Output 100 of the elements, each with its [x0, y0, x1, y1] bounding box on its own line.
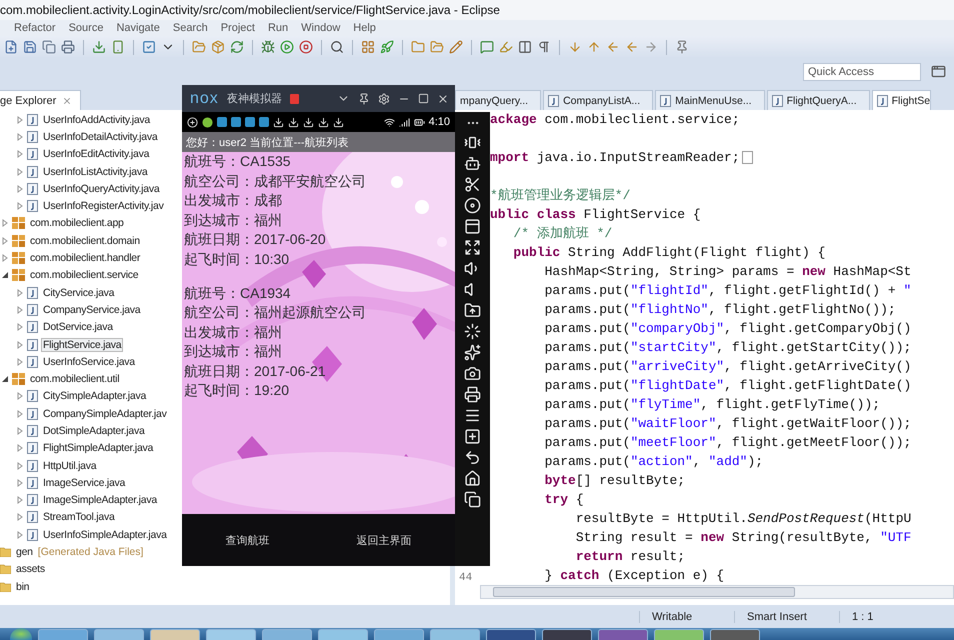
file-item[interactable]: UserInfoAddActivity.java — [41, 112, 152, 127]
stop-icon[interactable] — [299, 40, 313, 54]
camera-icon[interactable] — [464, 365, 481, 382]
close-icon[interactable] — [62, 96, 72, 106]
file-item[interactable]: CompanySimpleAdapter.jav — [41, 406, 169, 421]
upload-icon[interactable] — [464, 302, 481, 319]
download-icon[interactable] — [92, 40, 106, 54]
copy-icon[interactable] — [42, 40, 56, 54]
file-item[interactable]: FlightService.java — [41, 338, 124, 352]
highlighter-icon[interactable] — [499, 40, 513, 54]
grid-icon[interactable] — [361, 40, 375, 54]
new-file-icon[interactable] — [4, 40, 18, 54]
file-item[interactable]: DotSimpleAdapter.java — [41, 424, 147, 438]
editor-tab[interactable]: FlightQueryA... — [766, 90, 870, 110]
file-item[interactable]: CompanyService.java — [41, 302, 142, 317]
expand-toggle-icon[interactable] — [16, 202, 24, 210]
arrow-left-icon[interactable] — [625, 40, 639, 54]
settings-icon[interactable] — [378, 92, 390, 104]
taskbar-button[interactable] — [486, 629, 536, 640]
package-item[interactable]: com.mobileclient.service — [28, 268, 140, 282]
scissors-icon[interactable] — [464, 176, 481, 193]
add-window-icon[interactable] — [464, 428, 481, 445]
sparkles-icon[interactable] — [464, 344, 481, 361]
package-item[interactable]: com.mobileclient.domain — [28, 234, 142, 248]
pilcrow-icon[interactable] — [537, 40, 551, 54]
package-item[interactable]: com.mobileclient.handler — [28, 251, 142, 266]
package-item[interactable]: com.mobileclient.util — [28, 372, 122, 386]
file-item[interactable]: UserInfoListActivity.java — [41, 164, 150, 179]
menu-item[interactable]: Project — [220, 22, 255, 34]
start-button[interactable] — [10, 628, 32, 640]
expand-icon[interactable] — [464, 239, 481, 256]
file-item[interactable]: FlightSimpleAdapter.java — [41, 441, 156, 456]
columns-icon[interactable] — [518, 40, 532, 54]
folder-toolbar-icon[interactable] — [411, 40, 425, 54]
recent-apps-icon[interactable] — [464, 491, 481, 508]
file-item[interactable]: DotService.java — [41, 320, 115, 334]
file-item[interactable]: CitySimpleAdapter.java — [41, 389, 148, 404]
printer-icon[interactable] — [464, 386, 481, 403]
folder-item[interactable]: gen — [14, 545, 35, 560]
file-item[interactable]: HttpUtil.java — [41, 458, 98, 473]
horizontal-scrollbar[interactable] — [480, 585, 954, 599]
comment-icon[interactable] — [480, 40, 494, 54]
folder-item[interactable]: bin — [14, 580, 32, 594]
taskbar-button[interactable] — [542, 629, 592, 640]
file-item[interactable]: ImageService.java — [41, 476, 128, 490]
close-icon[interactable] — [437, 92, 449, 104]
home-icon[interactable] — [464, 470, 481, 487]
expand-toggle-icon[interactable] — [1, 271, 9, 280]
file-item[interactable]: UserInfoDetailActivity.java — [41, 130, 160, 144]
expand-toggle-icon[interactable] — [16, 358, 24, 366]
back-icon[interactable] — [464, 449, 481, 466]
nav-button[interactable]: 返回主界面 — [342, 526, 426, 554]
fold-marker-icon[interactable] — [742, 151, 753, 164]
editor-tab[interactable]: CompanyListA... — [543, 90, 654, 110]
file-item[interactable]: UserInfoQueryActivity.java — [41, 182, 162, 196]
nav-button[interactable]: 查询航班 — [212, 526, 284, 554]
expand-toggle-icon[interactable] — [16, 392, 24, 400]
refresh-icon[interactable] — [230, 40, 244, 54]
open-folder-icon[interactable] — [192, 40, 206, 54]
phone-icon[interactable] — [111, 40, 125, 54]
file-item[interactable]: StreamTool.java — [41, 510, 117, 524]
menu-item[interactable]: Navigate — [116, 22, 160, 34]
perspective-icon[interactable] — [931, 64, 946, 79]
rocket-icon[interactable] — [380, 40, 394, 54]
expand-toggle-icon[interactable] — [16, 150, 24, 158]
expand-toggle-icon[interactable] — [16, 340, 24, 348]
file-item[interactable]: UserInfoRegisterActivity.jav — [41, 199, 166, 214]
expand-toggle-icon[interactable] — [16, 530, 24, 539]
menu-icon[interactable] — [464, 407, 481, 424]
menu-item[interactable]: Window — [301, 22, 340, 34]
editor-tab[interactable]: MainMenuUse... — [655, 90, 765, 110]
bug-icon[interactable] — [261, 40, 275, 54]
run-icon[interactable] — [280, 40, 294, 54]
menu-item[interactable]: Source — [68, 22, 104, 34]
arrow-right-icon[interactable] — [644, 40, 658, 54]
menu-item[interactable]: Search — [172, 22, 208, 34]
taskbar-button[interactable] — [598, 629, 648, 640]
panel-icon[interactable] — [464, 218, 481, 235]
expand-toggle-icon[interactable] — [16, 323, 24, 332]
folder-item[interactable]: assets — [14, 562, 47, 576]
arrow-left-icon[interactable] — [606, 40, 620, 54]
editor-tab[interactable]: mpanyQuery... — [455, 90, 542, 110]
pin-icon[interactable] — [675, 40, 689, 54]
package-item[interactable]: com.mobileclient.app — [28, 216, 126, 230]
expand-toggle-icon[interactable] — [1, 254, 9, 262]
pencil-icon[interactable] — [449, 40, 463, 54]
expand-toggle-icon[interactable] — [1, 375, 9, 384]
menu-item[interactable]: Help — [353, 22, 376, 34]
disc-icon[interactable] — [464, 197, 481, 214]
file-item[interactable]: CityService.java — [41, 286, 116, 300]
robot-icon[interactable] — [464, 155, 481, 172]
open-folder-icon[interactable] — [430, 40, 444, 54]
file-item[interactable]: ImageSimpleAdapter.java — [41, 493, 159, 508]
expand-toggle-icon[interactable] — [1, 219, 9, 228]
checkbox-icon[interactable] — [142, 40, 156, 54]
editor-tab[interactable]: FlightSe — [872, 90, 932, 110]
vibrate-icon[interactable] — [464, 134, 481, 151]
menu-item[interactable]: Run — [268, 22, 288, 34]
maximize-icon[interactable] — [418, 93, 429, 104]
quick-access-field[interactable]: Quick Access — [803, 62, 921, 80]
